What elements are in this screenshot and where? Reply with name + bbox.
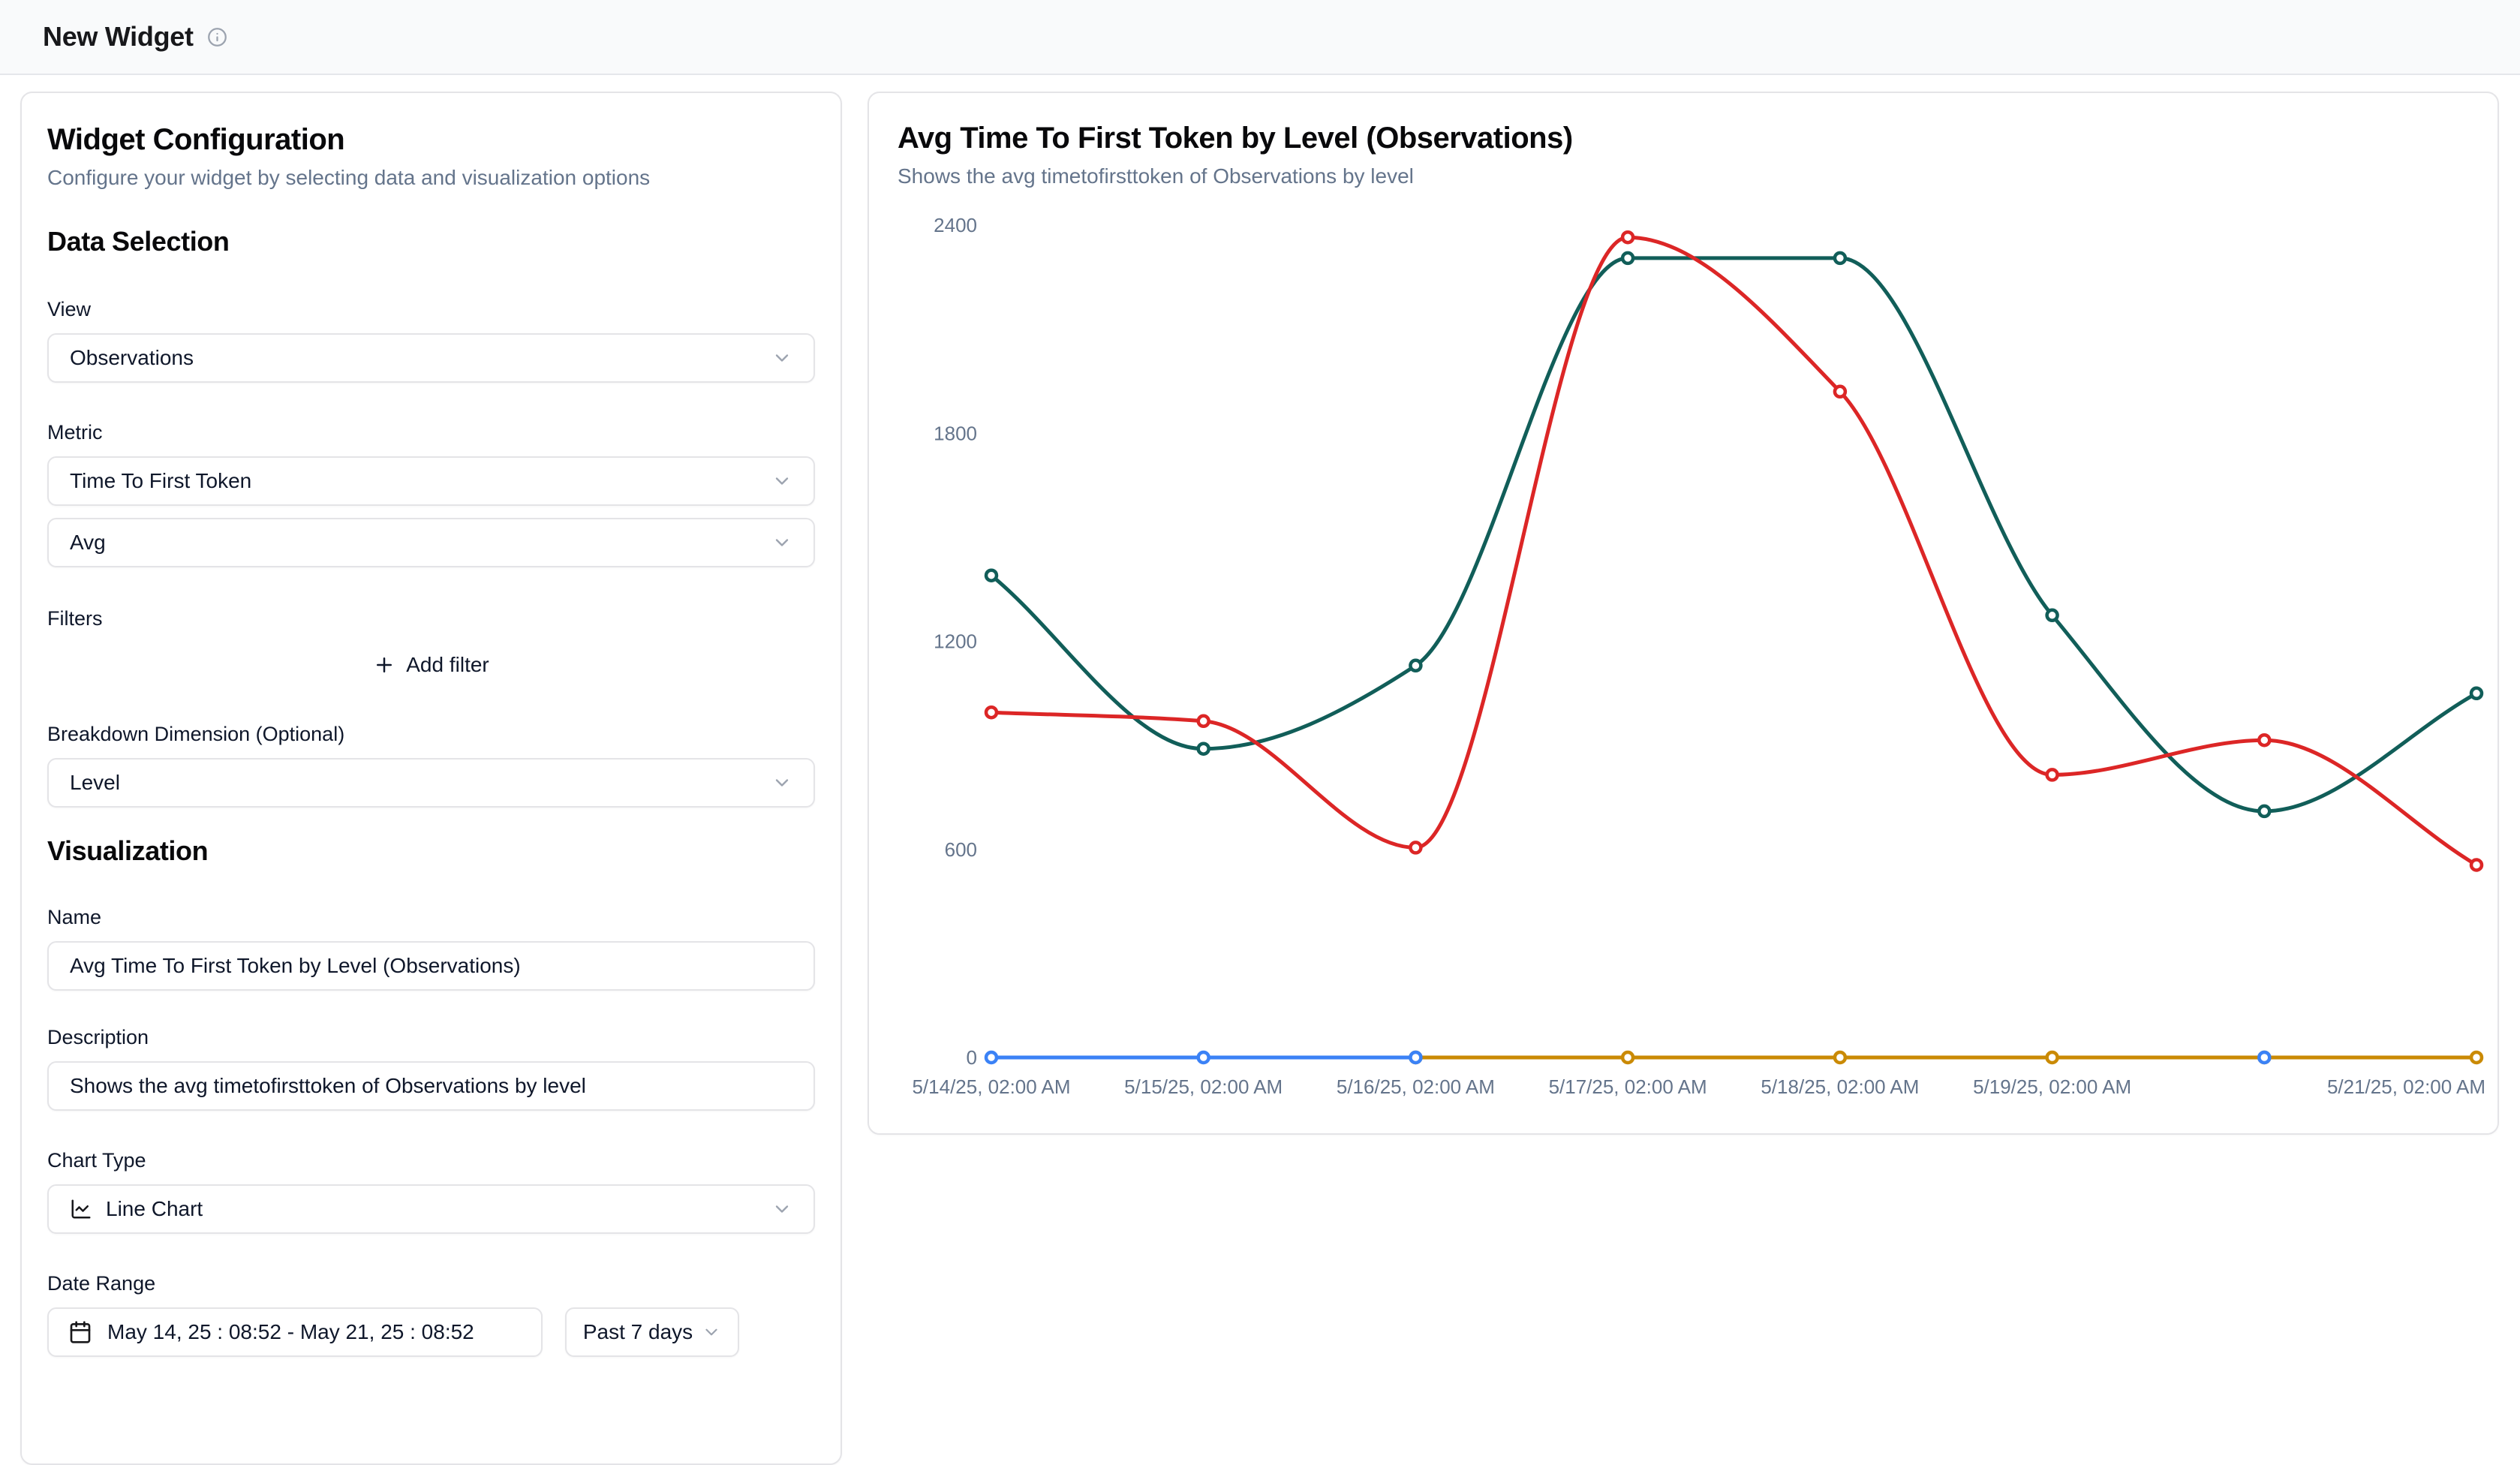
y-tick-label: 1800 — [934, 422, 977, 444]
data-point — [1410, 660, 1421, 671]
chart-type-select[interactable]: Line Chart — [47, 1184, 815, 1234]
x-tick-label: 5/21/25, 02:00 AM — [2327, 1075, 2485, 1098]
y-tick-label: 2400 — [934, 214, 977, 236]
date-preset-value: Past 7 days — [583, 1320, 693, 1344]
data-point — [2047, 1052, 2058, 1063]
chevron-down-icon — [771, 471, 792, 492]
aggregation-select[interactable]: Avg — [47, 518, 815, 567]
date-range-label: Date Range — [47, 1271, 815, 1295]
description-input[interactable] — [47, 1061, 815, 1111]
date-range-button[interactable]: May 14, 25 : 08:52 - May 21, 25 : 08:52 — [47, 1307, 543, 1357]
y-tick-label: 1200 — [934, 630, 977, 653]
view-select-value: Observations — [70, 346, 194, 370]
data-point — [1622, 232, 1633, 242]
x-tick-label: 5/14/25, 02:00 AM — [912, 1075, 1070, 1098]
date-range-value: May 14, 25 : 08:52 - May 21, 25 : 08:52 — [107, 1320, 474, 1344]
chart-subtitle: Shows the avg timetofirsttoken of Observ… — [898, 164, 2469, 189]
series-line — [991, 258, 2476, 811]
widget-config-panel: Widget Configuration Configure your widg… — [20, 92, 842, 1465]
data-point — [1198, 744, 1209, 754]
page-header: New Widget — [0, 0, 2520, 75]
name-label: Name — [47, 905, 815, 929]
date-preset-button[interactable]: Past 7 days — [565, 1307, 739, 1357]
data-point — [2259, 806, 2269, 817]
visualization-heading: Visualization — [47, 835, 815, 868]
data-point — [2259, 735, 2269, 745]
name-input[interactable] — [47, 941, 815, 991]
page-title: New Widget — [43, 21, 194, 53]
series-line — [991, 237, 2476, 865]
chart-title: Avg Time To First Token by Level (Observ… — [898, 120, 2469, 156]
data-point — [1622, 1052, 1633, 1063]
view-label: View — [47, 297, 815, 321]
add-filter-label: Add filter — [406, 653, 489, 677]
data-point — [1835, 387, 1845, 397]
x-tick-label: 5/17/25, 02:00 AM — [1549, 1075, 1707, 1098]
chevron-down-icon — [702, 1322, 721, 1342]
filters-label: Filters — [47, 606, 815, 630]
config-subtitle: Configure your widget by selecting data … — [47, 165, 815, 191]
chevron-down-icon — [771, 347, 792, 369]
metric-select-value: Time To First Token — [70, 469, 251, 493]
data-point — [2471, 1052, 2482, 1063]
data-point — [1835, 253, 1845, 263]
data-point — [986, 707, 997, 717]
data-point — [1198, 716, 1209, 726]
data-point — [1622, 253, 1633, 263]
x-tick-label: 5/15/25, 02:00 AM — [1124, 1075, 1283, 1098]
description-label: Description — [47, 1025, 815, 1049]
data-point — [2259, 1052, 2269, 1063]
data-point — [2471, 688, 2482, 699]
x-axis-labels: 5/14/25, 02:00 AM 5/15/25, 02:00 AM 5/16/2… — [912, 1075, 2485, 1098]
line-chart[interactable]: 0 600 1200 1800 2400 5/14/25, 02:00 AM 5/15/25… — [869, 93, 2500, 1136]
plus-icon — [373, 654, 395, 676]
x-tick-label: 5/18/25, 02:00 AM — [1761, 1075, 1919, 1098]
data-point — [986, 1052, 997, 1063]
data-point — [2047, 769, 2058, 780]
series-red — [986, 232, 2482, 870]
chart-panel: Avg Time To First Token by Level (Observ… — [868, 92, 2499, 1135]
y-tick-label: 600 — [945, 838, 977, 861]
y-tick-label: 0 — [967, 1046, 977, 1069]
breakdown-select[interactable]: Level — [47, 758, 815, 808]
calendar-icon — [68, 1320, 92, 1344]
chart-type-select-value: Line Chart — [106, 1197, 203, 1221]
config-title: Widget Configuration — [47, 122, 815, 158]
add-filter-button[interactable]: Add filter — [47, 642, 815, 687]
data-point — [1835, 1052, 1845, 1063]
line-chart-icon — [70, 1198, 92, 1220]
data-point — [2471, 860, 2482, 871]
y-axis-labels: 0 600 1200 1800 2400 — [934, 214, 977, 1069]
data-point — [1410, 842, 1421, 853]
info-icon[interactable] — [207, 27, 227, 47]
series-teal — [986, 253, 2482, 817]
x-tick-label: 5/19/25, 02:00 AM — [1973, 1075, 2131, 1098]
aggregation-select-value: Avg — [70, 531, 106, 555]
metric-label: Metric — [47, 420, 815, 444]
data-point — [1410, 1052, 1421, 1063]
chevron-down-icon — [771, 532, 792, 553]
chevron-down-icon — [771, 772, 792, 793]
metric-select[interactable]: Time To First Token — [47, 456, 815, 506]
data-point — [986, 570, 997, 581]
x-tick-label: 5/16/25, 02:00 AM — [1337, 1075, 1495, 1098]
chevron-down-icon — [771, 1199, 792, 1220]
series-amber — [1410, 1052, 2482, 1063]
breakdown-label: Breakdown Dimension (Optional) — [47, 722, 815, 746]
data-point — [2047, 610, 2058, 621]
chart-type-label: Chart Type — [47, 1148, 815, 1172]
data-selection-heading: Data Selection — [47, 225, 815, 258]
data-point — [1198, 1052, 1209, 1063]
view-select[interactable]: Observations — [47, 333, 815, 383]
breakdown-select-value: Level — [70, 771, 120, 795]
